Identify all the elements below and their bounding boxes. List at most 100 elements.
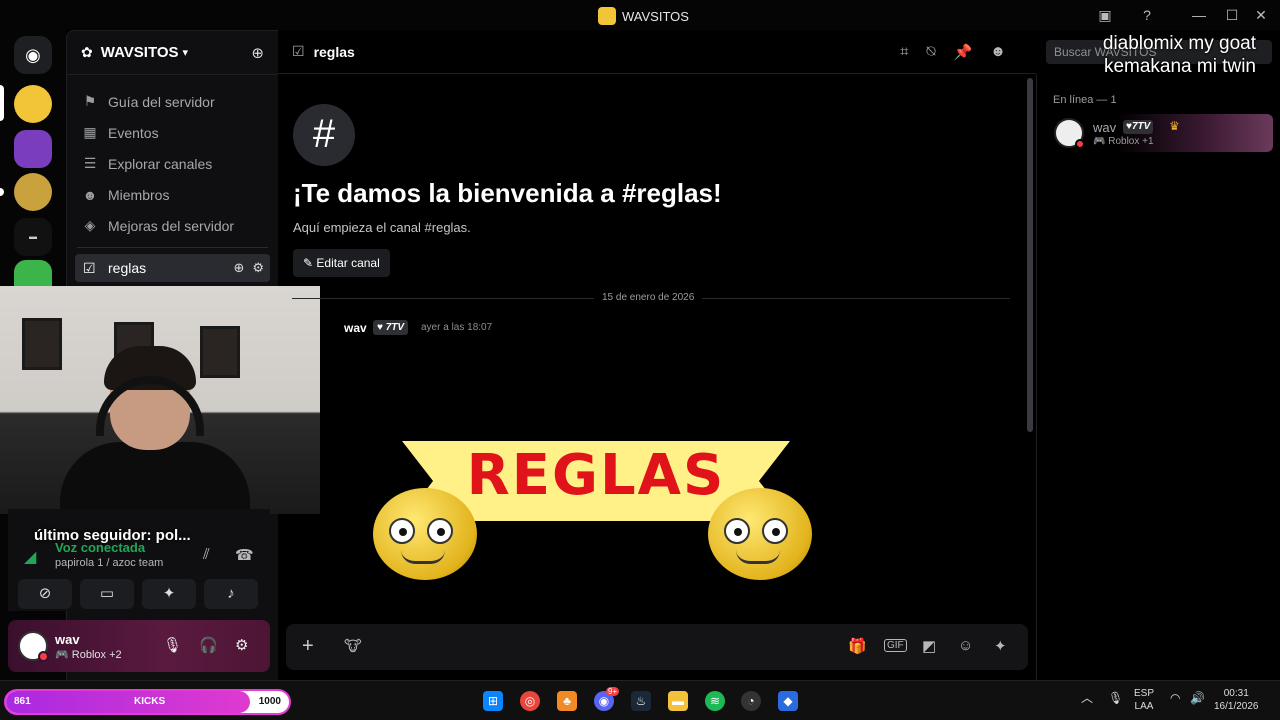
- tray-overflow-icon[interactable]: ︿: [1081, 692, 1093, 705]
- member-name: wav: [1093, 120, 1117, 135]
- threads-icon[interactable]: ⌗: [900, 43, 908, 61]
- clock[interactable]: 00:31 16/1/2026: [1214, 687, 1259, 713]
- nav-browse-channels[interactable]: ☰ Explorar canales: [67, 148, 278, 179]
- chat-scrollbar[interactable]: [1027, 78, 1033, 432]
- chevron-down-icon: ▾: [182, 47, 189, 59]
- rules-channel-icon: ☑: [292, 43, 305, 59]
- language-indicator[interactable]: ESP LAA: [1134, 687, 1154, 713]
- inbox-icon[interactable]: ▣: [1096, 6, 1114, 24]
- voice-status[interactable]: Voz conectada: [55, 540, 145, 555]
- windows-taskbar: 861 KICKS 1000 ⊞ ◎ ♣ ◉ 9+ ♨ ▬ ≋ ◔ ◆ ︿ 🎙 …: [0, 680, 1280, 720]
- wifi-icon[interactable]: ◠: [1170, 692, 1180, 705]
- webcam-overlay: [0, 286, 320, 514]
- boost-icon: ◈: [84, 217, 96, 233]
- nav-events[interactable]: ▦ Eventos: [67, 117, 278, 148]
- voice-room[interactable]: papirola 1 / azoc team: [55, 557, 163, 569]
- server-icon-2[interactable]: [14, 130, 52, 168]
- user-panel: wav 🎮 Roblox +2 🎙 🎧 ⚙: [8, 620, 270, 672]
- nav-server-boosts[interactable]: ◈ Mejoras del servidor: [67, 210, 278, 241]
- message-author[interactable]: wav: [344, 321, 367, 335]
- message-composer[interactable]: + 🐮 🎁 GIF ◩ ☺ ✦: [286, 624, 1028, 670]
- badge-label: 7TV: [1131, 121, 1151, 132]
- soundboard-button[interactable]: ♪: [204, 579, 258, 609]
- avatar[interactable]: [18, 631, 49, 662]
- date-separator-label: 15 de enero de 2026: [594, 292, 703, 303]
- nav-label: Mejoras del servidor: [108, 217, 235, 234]
- server-settings-icon: ✿: [81, 44, 93, 60]
- maximize-button[interactable]: ☐: [1223, 6, 1241, 24]
- spotify-icon[interactable]: ≋: [705, 691, 725, 711]
- chrome-icon[interactable]: ◎: [520, 691, 540, 711]
- server-header[interactable]: ✿ WAVSITOS ▾ ⊕: [67, 31, 278, 75]
- tray-microphone-icon[interactable]: 🎙: [1108, 692, 1123, 705]
- disconnect-icon[interactable]: ☎: [235, 546, 254, 564]
- calendar-icon: ▦: [83, 124, 97, 140]
- nav-server-guide[interactable]: ⚑ Guía del servidor: [67, 86, 278, 117]
- camera-off-button[interactable]: ⊘: [18, 579, 72, 609]
- app-shortcut-icon[interactable]: 🐮: [344, 637, 362, 655]
- user-status: 🎮 Roblox +2: [55, 649, 122, 661]
- kicks-goal-bar: 861 KICKS 1000: [4, 689, 291, 715]
- user-settings-gear-icon[interactable]: ⚙: [235, 636, 248, 654]
- microphone-icon[interactable]: 🎙: [163, 636, 182, 654]
- member-status-text: Roblox +1: [1108, 136, 1154, 147]
- add-member-icon[interactable]: ⊕: [233, 260, 244, 276]
- chat-header: ☑ reglas ⌗ ⍉ 📌 ☻: [278, 30, 1036, 74]
- channel-hash-icon: #: [293, 104, 355, 166]
- minimize-button[interactable]: —: [1190, 6, 1208, 24]
- roblox-icon[interactable]: ◆: [778, 691, 798, 711]
- message-timestamp: ayer a las 18:07: [421, 322, 493, 333]
- user-name: wav: [55, 632, 80, 647]
- seventv-badge: ♥7TV: [1123, 120, 1154, 134]
- welcome-subtitle: Aquí empieza el canal #reglas.: [293, 220, 471, 235]
- gif-icon[interactable]: GIF: [884, 639, 907, 652]
- nav-members[interactable]: ☻ Miembros: [67, 179, 278, 210]
- gift-icon[interactable]: 🎁: [848, 637, 867, 655]
- noise-suppression-icon[interactable]: ⫽: [203, 546, 210, 563]
- server-icon-wavsitos[interactable]: [14, 85, 52, 123]
- member-list-icon[interactable]: ☻: [990, 43, 1006, 61]
- sidebar-divider: [77, 247, 268, 248]
- rules-channel-icon: ☑: [83, 259, 96, 276]
- emoji-face-right: [708, 488, 812, 580]
- notifications-muted-icon[interactable]: ⍉: [926, 43, 935, 61]
- crown-icon: ♛: [1169, 119, 1180, 133]
- file-explorer-icon[interactable]: ▬: [668, 691, 688, 711]
- emoji-face-left: [373, 488, 477, 580]
- windows-start-icon[interactable]: ⊞: [483, 691, 503, 711]
- sticker-icon[interactable]: ◩: [922, 637, 936, 655]
- member-item[interactable]: wav ♥7TV ♛ 🎮 Roblox +1: [1049, 114, 1273, 152]
- volume-icon[interactable]: 🔊: [1190, 692, 1205, 705]
- fl-studio-icon[interactable]: ♣: [557, 691, 577, 711]
- signal-icon: ◢: [24, 549, 37, 566]
- server-name: WAVSITOS: [100, 44, 179, 61]
- channel-item-reglas[interactable]: ☑ reglas ⊕ ⚙: [75, 254, 270, 282]
- help-icon[interactable]: ?: [1138, 6, 1156, 24]
- invite-people-icon[interactable]: ⊕: [251, 44, 264, 62]
- server-icon-3[interactable]: [14, 173, 52, 211]
- apps-icon[interactable]: ✦: [994, 637, 1007, 655]
- stream-text-overlay: diablomix my goat kemakana mi twin: [1103, 32, 1256, 78]
- server-logo-icon: [598, 7, 616, 25]
- pin-icon[interactable]: 📌: [953, 43, 972, 61]
- server-icon-4[interactable]: ▬: [14, 218, 52, 256]
- steam-icon[interactable]: ♨: [631, 691, 651, 711]
- discord-notification-badge: 9+: [606, 687, 620, 696]
- discord-home-icon[interactable]: ◉: [14, 36, 52, 74]
- attach-plus-icon[interactable]: +: [302, 635, 314, 658]
- obs-icon[interactable]: ◔: [741, 691, 761, 711]
- overlay-line-1: diablomix my goat: [1102, 33, 1256, 54]
- headphones-icon[interactable]: 🎧: [199, 636, 218, 654]
- status-dnd-icon: [1075, 139, 1085, 149]
- member-list: En línea — 1 wav ♥7TV ♛ 🎮 Roblox +1: [1036, 74, 1280, 680]
- wall-poster: [200, 326, 240, 378]
- nav-label: Guía del servidor: [108, 93, 215, 110]
- screen-share-button[interactable]: ▭: [80, 579, 134, 609]
- clock-date: 16/1/2026: [1214, 701, 1259, 712]
- emoji-icon[interactable]: ☺: [958, 637, 973, 654]
- activities-button[interactable]: ✦: [142, 579, 196, 609]
- gear-icon[interactable]: ⚙: [252, 260, 264, 276]
- pencil-icon: ✎: [303, 256, 314, 270]
- edit-channel-button[interactable]: ✎ Editar canal: [293, 249, 390, 277]
- close-button[interactable]: ✕: [1252, 6, 1270, 24]
